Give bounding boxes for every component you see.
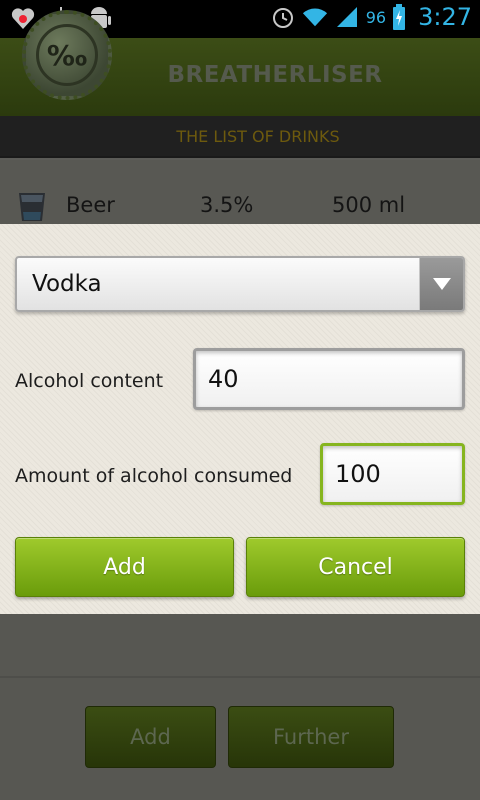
app-title: BREATHERLISER — [167, 62, 383, 88]
glass-icon — [16, 192, 48, 222]
dialog-add-button[interactable]: Add — [15, 537, 234, 597]
alcohol-content-field[interactable]: 40 — [193, 348, 465, 410]
chevron-down-icon[interactable] — [419, 258, 463, 310]
amount-consumed-value: 100 — [335, 460, 381, 488]
drink-volume: 500 ml — [332, 193, 406, 217]
alcohol-content-label: Alcohol content — [15, 370, 164, 392]
add-drink-dialog: Vodka Alcohol content 40 Amount of alcoh… — [0, 224, 480, 614]
amount-consumed-label: Amount of alcohol consumed — [15, 465, 293, 487]
battery-percent: 96 — [365, 7, 387, 27]
drink-list: Beer 3.5% 500 ml — [0, 160, 480, 224]
drink-select-value: Vodka — [32, 271, 102, 297]
add-button[interactable]: Add — [85, 706, 216, 768]
further-button[interactable]: Further — [228, 706, 394, 768]
alarm-icon — [270, 3, 296, 31]
alcohol-content-value: 40 — [208, 365, 239, 393]
wifi-icon — [302, 3, 328, 31]
drink-name: Beer — [66, 193, 115, 217]
subheader: THE LIST OF DRINKS — [0, 116, 480, 158]
drink-select[interactable]: Vodka — [15, 256, 465, 312]
logo-symbol: ‰ — [36, 24, 98, 86]
app-logo: ‰ — [22, 10, 112, 100]
clock: 3:27 — [418, 3, 472, 31]
list-item[interactable]: Beer 3.5% 500 ml — [0, 190, 480, 222]
divider — [0, 676, 480, 678]
system-icons: 96 3:27 — [270, 3, 472, 31]
dialog-cancel-button[interactable]: Cancel — [246, 537, 465, 597]
signal-icon — [334, 3, 360, 31]
amount-consumed-field[interactable]: 100 — [320, 443, 465, 505]
battery-charging-icon — [392, 3, 406, 31]
subheader-title: THE LIST OF DRINKS — [176, 127, 340, 146]
drink-alcohol: 3.5% — [200, 193, 254, 217]
